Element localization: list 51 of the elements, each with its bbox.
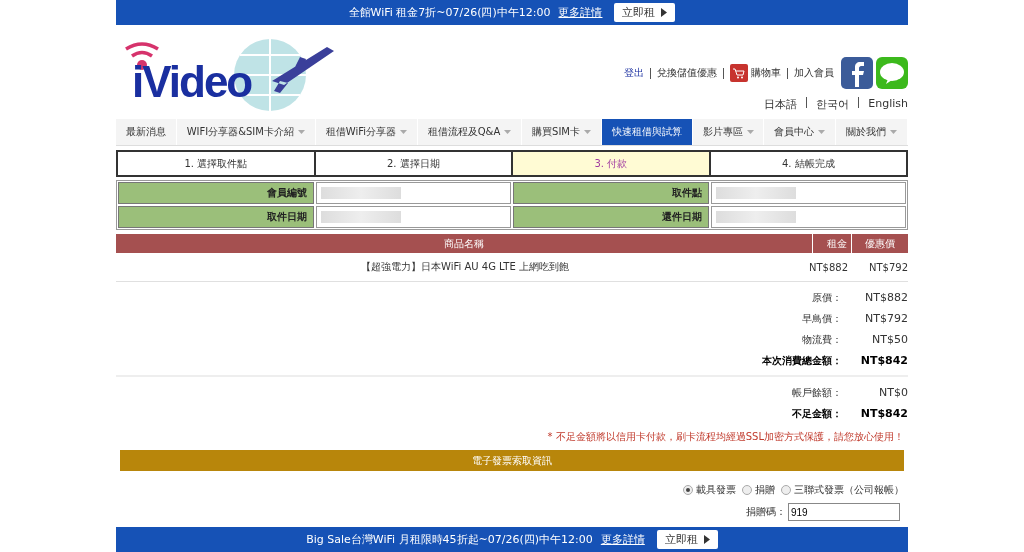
nav-tab[interactable]: 快速租借與試算 <box>601 119 693 145</box>
column-header: 商品名稱 <box>116 234 813 253</box>
summary-value: NT$882 <box>864 291 908 304</box>
radio-label[interactable]: 捐贈 <box>755 483 775 497</box>
rent-now-button[interactable]: 立即租 <box>656 530 718 549</box>
play-icon <box>702 535 710 544</box>
summary-label: 早鳥價： <box>802 311 842 326</box>
header-link[interactable]: 購物車 <box>751 66 781 80</box>
section-header: 電子發票索取資訊 <box>120 450 904 471</box>
summary-label: 物流費： <box>802 332 842 347</box>
table-cell: 【超強電力】日本WiFi AU 4G LTE 上網吃到飽 <box>361 260 569 274</box>
rent-now-button[interactable]: 立即租 <box>614 3 676 22</box>
table-cell: NT$882 <box>808 261 848 273</box>
language-link[interactable]: English <box>868 97 908 112</box>
field-label: 取件日期 <box>118 206 314 228</box>
field-label: 會員編號 <box>118 182 314 204</box>
table-cell: NT$792 <box>868 261 908 273</box>
header-link[interactable]: 登出 <box>624 66 644 80</box>
summary-value: NT$0 <box>878 386 908 399</box>
play-icon <box>660 8 668 17</box>
donation-code-field[interactable]: 919 <box>788 503 900 521</box>
summary-label: 本次消費總金額： <box>762 353 842 368</box>
header-link[interactable]: 兌換儲值優惠 <box>657 66 717 80</box>
logo-text: iVideo <box>132 57 252 107</box>
field-label: 取件點 <box>513 182 709 204</box>
field-label: 捐贈碼： <box>746 505 786 519</box>
column-header: 優惠價 <box>864 236 896 251</box>
summary-label: 帳戶餘額： <box>792 385 842 400</box>
summary-label: 原價： <box>812 290 842 305</box>
summary-value: NT$50 <box>871 333 908 346</box>
column-header: 租金 <box>813 234 852 253</box>
summary-label: 不足金額： <box>792 406 842 421</box>
details-link[interactable]: 更多詳情 <box>558 5 603 20</box>
language-link[interactable]: 日本語 <box>764 97 798 112</box>
notice-text: * 不足金額將以信用卡付款，刷卡流程均經過SSL加密方式保護，請您放心使用！ <box>547 431 904 442</box>
cart-icon[interactable] <box>730 64 748 82</box>
facebook-icon[interactable] <box>841 57 873 89</box>
summary-value: NT$842 <box>859 354 908 367</box>
radio-button[interactable] <box>742 485 752 495</box>
field-label: 還件日期 <box>513 206 709 228</box>
radio-label[interactable]: 三聯式發票（公司報帳） <box>794 483 904 497</box>
summary-value: NT$792 <box>864 312 908 325</box>
radio-button[interactable] <box>683 485 693 495</box>
details-link[interactable]: 更多詳情 <box>600 532 645 547</box>
banner-text: Big Sale台灣WiFi 月租限時45折起~07/26(四)中午12:00 <box>306 532 593 547</box>
radio-label[interactable]: 載具發票 <box>696 483 736 497</box>
banner-text: 全館WiFi 租金7折~07/26(四)中午12:00 <box>348 5 551 20</box>
summary-value: NT$842 <box>859 407 908 420</box>
radio-button[interactable] <box>781 485 791 495</box>
language-link[interactable]: 한국어 <box>816 97 850 112</box>
header-link[interactable]: 加入會員 <box>794 66 834 80</box>
